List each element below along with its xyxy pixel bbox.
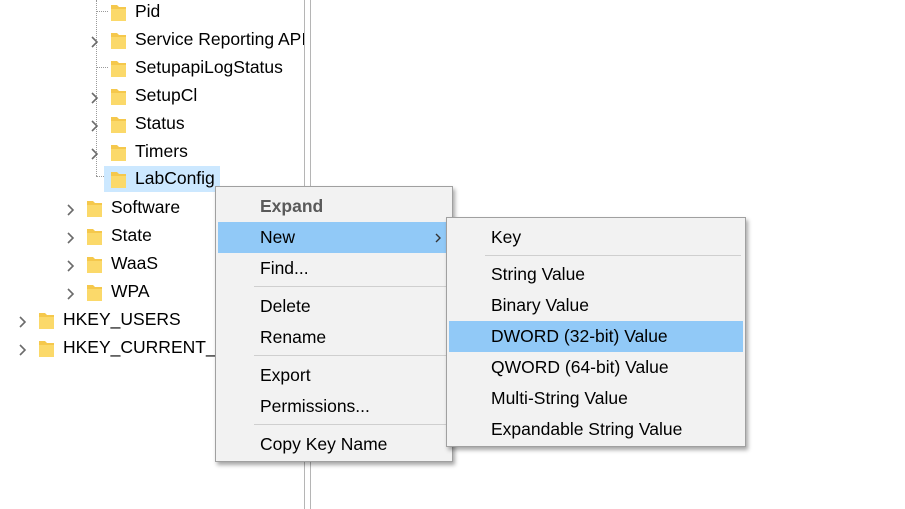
- folder-icon: [86, 226, 103, 246]
- tree-item-label: Service Reporting API: [135, 29, 304, 49]
- menu-item-copy-key-name[interactable]: Copy Key Name: [218, 429, 450, 460]
- tree-item-label: Pid: [135, 1, 161, 21]
- tree-item-label: Software: [111, 197, 181, 217]
- submenu-arrow-icon: [435, 233, 441, 243]
- menu-item-label: Export: [260, 365, 311, 385]
- menu-item-delete[interactable]: Delete: [218, 291, 450, 322]
- submenu-item-binary-value[interactable]: Binary Value: [449, 290, 743, 321]
- new-submenu: Key String Value Binary Value DWORD (32-…: [446, 217, 746, 447]
- tree-item-status[interactable]: Status: [0, 112, 304, 140]
- menu-item-label: QWORD (64-bit) Value: [491, 357, 669, 377]
- menu-item-expand[interactable]: Expand: [218, 191, 450, 222]
- chevron-right-icon[interactable]: [62, 230, 78, 246]
- tree-item-pid[interactable]: Pid: [0, 0, 304, 28]
- menu-item-label: DWORD (32-bit) Value: [491, 326, 668, 346]
- folder-icon: [38, 310, 55, 330]
- submenu-item-qword-value[interactable]: QWORD (64-bit) Value: [449, 352, 743, 383]
- chevron-right-icon[interactable]: [86, 90, 102, 106]
- folder-icon: [86, 254, 103, 274]
- tree-item-setupapilogstatus[interactable]: SetupapiLogStatus: [0, 56, 304, 84]
- chevron-right-icon[interactable]: [62, 258, 78, 274]
- menu-item-export[interactable]: Export: [218, 360, 450, 391]
- menu-separator: [254, 424, 448, 425]
- tree-item-label: LabConfig: [135, 168, 215, 188]
- chevron-right-icon[interactable]: [62, 286, 78, 302]
- menu-item-label: Find...: [260, 258, 309, 278]
- tree-item-label: State: [111, 225, 152, 245]
- chevron-right-icon[interactable]: [14, 342, 30, 358]
- menu-item-label: Permissions...: [260, 396, 370, 416]
- context-menu: Expand New Find... Delete Rename Export …: [215, 186, 453, 462]
- menu-separator: [254, 286, 448, 287]
- folder-icon: [86, 198, 103, 218]
- tree-item-service-reporting-api[interactable]: Service Reporting API: [0, 28, 304, 56]
- folder-icon: [110, 2, 127, 22]
- menu-item-label: Multi-String Value: [491, 388, 628, 408]
- menu-item-label: String Value: [491, 264, 586, 284]
- chevron-right-icon[interactable]: [86, 34, 102, 50]
- menu-item-label: Binary Value: [491, 295, 589, 315]
- menu-separator: [254, 355, 448, 356]
- chevron-right-icon[interactable]: [86, 146, 102, 162]
- tree-item-label: WPA: [111, 281, 150, 301]
- folder-icon: [110, 169, 127, 189]
- menu-item-find[interactable]: Find...: [218, 253, 450, 284]
- tree-item-label: HKEY_USERS: [63, 309, 181, 329]
- folder-icon: [86, 282, 103, 302]
- tree-item-timers[interactable]: Timers: [0, 140, 304, 168]
- submenu-item-multi-string-value[interactable]: Multi-String Value: [449, 383, 743, 414]
- submenu-item-dword-value[interactable]: DWORD (32-bit) Value: [449, 321, 743, 352]
- tree-item-setupcl[interactable]: SetupCl: [0, 84, 304, 112]
- tree-item-label: Timers: [135, 141, 188, 161]
- chevron-right-icon[interactable]: [62, 202, 78, 218]
- folder-icon: [110, 86, 127, 106]
- menu-item-rename[interactable]: Rename: [218, 322, 450, 353]
- menu-item-label: Key: [491, 227, 522, 247]
- menu-item-label: New: [260, 227, 296, 247]
- menu-item-label: Copy Key Name: [260, 434, 388, 454]
- menu-item-label: Rename: [260, 327, 327, 347]
- tree-item-label: Status: [135, 113, 185, 133]
- folder-icon: [38, 338, 55, 358]
- submenu-item-expandable-string-value[interactable]: Expandable String Value: [449, 414, 743, 445]
- folder-icon: [110, 58, 127, 78]
- submenu-item-string-value[interactable]: String Value: [449, 259, 743, 290]
- menu-item-permissions[interactable]: Permissions...: [218, 391, 450, 422]
- menu-item-label: Expandable String Value: [491, 419, 683, 439]
- folder-icon: [110, 114, 127, 134]
- tree-item-label: SetupapiLogStatus: [135, 57, 283, 77]
- folder-icon: [110, 30, 127, 50]
- folder-icon: [110, 142, 127, 162]
- tree-item-label: WaaS: [111, 253, 159, 273]
- menu-item-label: Delete: [260, 296, 311, 316]
- tree-item-label: SetupCl: [135, 85, 198, 105]
- menu-item-new[interactable]: New: [218, 222, 450, 253]
- chevron-right-icon[interactable]: [86, 118, 102, 134]
- menu-item-label: Expand: [260, 196, 324, 216]
- submenu-item-key[interactable]: Key: [449, 222, 743, 253]
- chevron-right-icon[interactable]: [14, 314, 30, 330]
- menu-separator: [485, 255, 741, 256]
